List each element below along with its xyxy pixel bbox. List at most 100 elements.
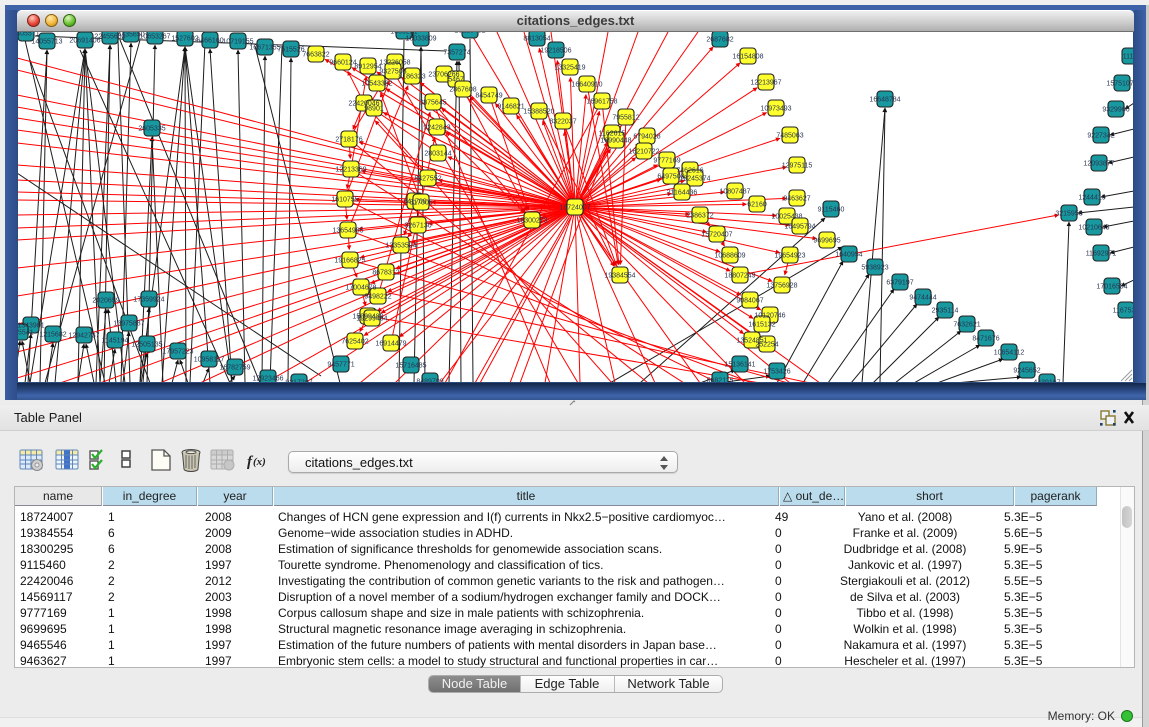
svg-text:10958117: 10958117 [194, 357, 225, 364]
svg-text:1527602: 1527602 [171, 36, 198, 43]
svg-text:9146821: 9146821 [497, 104, 524, 111]
svg-text:1610755: 1610755 [331, 197, 358, 204]
svg-text:16154808: 16154808 [732, 54, 763, 61]
svg-text:1244419: 1244419 [1078, 195, 1105, 202]
svg-text:2718176: 2718176 [335, 137, 362, 144]
svg-text:17957223: 17957223 [162, 349, 193, 356]
svg-text:1753426: 1753426 [763, 369, 790, 376]
svg-text:8454749: 8454749 [475, 93, 502, 100]
svg-text:12975115: 12975115 [782, 163, 813, 170]
svg-text:13226058: 13226058 [379, 60, 410, 67]
svg-text:8912954: 8912954 [354, 64, 381, 71]
svg-text:10025438: 10025438 [771, 214, 802, 221]
svg-text:12213369: 12213369 [335, 167, 366, 174]
svg-text:7955812: 7955812 [612, 115, 639, 122]
svg-text:7663822: 7663822 [302, 52, 329, 59]
svg-text:7515526: 7515526 [277, 47, 304, 54]
svg-text:1162615: 1162615 [599, 131, 626, 138]
svg-text:13654985: 13654985 [332, 228, 363, 235]
svg-text:2687682: 2687682 [706, 37, 733, 44]
svg-text:16914479: 16914479 [375, 341, 406, 348]
svg-text:10228452: 10228452 [454, 32, 485, 35]
svg-text:10688609: 10688609 [714, 253, 745, 260]
svg-text:16990448: 16990448 [600, 138, 631, 145]
svg-text:9660124: 9660124 [329, 60, 356, 67]
svg-text:7632621: 7632621 [953, 322, 980, 329]
svg-text:11692971: 11692971 [1086, 251, 1117, 258]
svg-text:3267130: 3267130 [404, 223, 431, 230]
svg-text:15751074: 15751074 [1106, 81, 1134, 88]
svg-text:16495794: 16495794 [784, 224, 815, 231]
svg-text:9245652: 9245652 [1013, 368, 1040, 375]
svg-text:2605335: 2605335 [138, 126, 165, 133]
svg-text:10807487: 10807487 [719, 189, 750, 196]
svg-text:15136141: 15136141 [724, 362, 755, 369]
svg-text:15720407: 15720407 [701, 232, 732, 239]
svg-text:12093877: 12093877 [1083, 161, 1114, 168]
svg-text:18807249: 18807249 [724, 273, 755, 280]
svg-text:12505135: 12505135 [131, 342, 162, 349]
svg-text:13756928: 13756928 [766, 283, 797, 290]
svg-text:10973493: 10973493 [760, 106, 791, 113]
svg-text:12213967: 12213967 [750, 80, 781, 87]
svg-text:8427552: 8427552 [414, 176, 441, 183]
svg-text:10245374: 10245374 [679, 176, 710, 183]
svg-text:252254: 252254 [755, 342, 778, 349]
svg-text:3215958: 3215958 [1055, 211, 1082, 218]
svg-text:1405571: 1405571 [17, 32, 40, 38]
svg-text:9498222: 9498222 [364, 294, 391, 301]
svg-text:9242843: 9242843 [423, 125, 450, 132]
svg-text:10653267: 10653267 [139, 34, 170, 41]
svg-text:13325419: 13325419 [554, 65, 585, 72]
svg-text:15716485: 15716485 [395, 363, 426, 370]
svg-text:16210722: 16210722 [628, 149, 659, 156]
svg-text:2935114: 2935114 [932, 308, 959, 315]
svg-text:1112: 1112 [1123, 54, 1134, 61]
svg-text:15388520: 15388520 [523, 109, 554, 116]
svg-text:10543382: 10543382 [361, 81, 392, 88]
svg-text:1215682: 1215682 [39, 332, 66, 339]
svg-text:6466160: 6466160 [196, 38, 223, 45]
svg-text:18724007: 18724007 [559, 205, 590, 212]
svg-text:62160: 62160 [747, 202, 767, 209]
svg-text:16648784: 16648784 [869, 97, 900, 104]
svg-text:9699695: 9699695 [813, 238, 840, 245]
svg-text:1615132: 1615132 [748, 322, 775, 329]
svg-text:1167531: 1167531 [1113, 308, 1134, 315]
svg-text:12923466: 12923466 [252, 376, 283, 383]
svg-text:9115460: 9115460 [818, 207, 845, 214]
svg-text:9777169: 9777169 [653, 158, 680, 165]
svg-text:21164436: 21164436 [667, 190, 698, 197]
svg-text:19299464: 19299464 [356, 316, 387, 323]
svg-text:7462616: 7462616 [676, 168, 703, 175]
svg-text:8678312: 8678312 [372, 270, 399, 277]
svg-text:14055713: 14055713 [31, 39, 62, 46]
svg-text:1343901: 1343901 [17, 323, 44, 330]
svg-text:8813054: 8813054 [523, 36, 550, 43]
svg-text:16640910: 16640910 [571, 82, 602, 89]
svg-text:16782759: 16782759 [219, 365, 250, 372]
svg-text:13975887: 13975887 [113, 321, 144, 328]
svg-text:2867608: 2867608 [449, 87, 476, 94]
svg-text:3875645: 3875645 [419, 100, 446, 107]
svg-text:(x): (x) [253, 456, 266, 468]
svg-text:8471676: 8471676 [972, 336, 999, 343]
svg-text:98901: 98901 [364, 106, 384, 113]
svg-text:17359924: 17359924 [133, 297, 164, 304]
svg-text:9329966: 9329966 [1102, 107, 1129, 114]
svg-text:1640954: 1640954 [835, 252, 862, 259]
svg-text:9463627: 9463627 [783, 196, 810, 203]
svg-text:13353594: 13353594 [385, 243, 416, 250]
svg-text:7357274: 7357274 [443, 50, 470, 57]
svg-text:10120746: 10120746 [754, 313, 785, 320]
svg-text:1145194: 1145194 [102, 338, 129, 345]
svg-text:5467: 5467 [448, 77, 464, 84]
svg-text:6794028: 6794028 [633, 134, 660, 141]
svg-text:8186323: 8186323 [398, 74, 425, 81]
svg-text:3915541: 3915541 [17, 330, 34, 337]
svg-text:7625402: 7625402 [341, 339, 368, 346]
svg-text:19654923: 19654923 [774, 253, 805, 260]
svg-text:18300273: 18300273 [516, 218, 547, 225]
svg-text:16961758: 16961758 [586, 99, 617, 106]
svg-text:17004678: 17004678 [345, 285, 376, 292]
